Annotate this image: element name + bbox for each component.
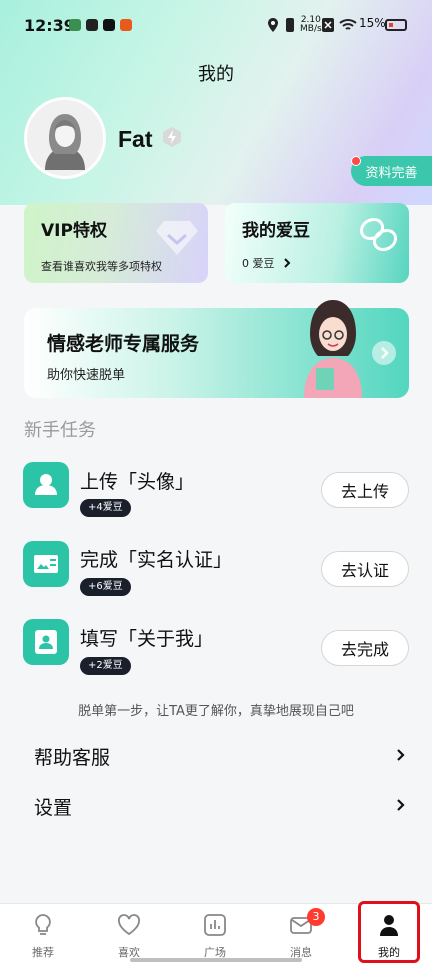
counselor-illustration — [304, 300, 362, 398]
task-button-label: 去认证 — [340, 561, 389, 580]
id-card-icon — [23, 541, 69, 587]
avatar-placeholder-icon — [27, 100, 103, 176]
net-speed-unit: MB/s — [300, 24, 322, 34]
task-title: 完成「实名认证」 — [80, 549, 233, 571]
fill-about-me-button[interactable]: 去完成 — [321, 630, 409, 666]
vip-card[interactable]: VIP特权 查看谁喜欢我等多项特权 — [24, 203, 208, 283]
task-reward-badge: +4爱豆 — [80, 499, 131, 517]
bulb-icon — [35, 914, 51, 935]
chevron-right-icon — [397, 799, 405, 811]
section-title: 新手任务 — [24, 420, 96, 441]
beans-icon — [359, 217, 398, 252]
nav-item-square[interactable]: 广场 — [172, 904, 258, 965]
beans-count: 0 爱豆 — [242, 257, 275, 270]
task-title: 上传「头像」 — [80, 471, 195, 493]
status-bar: 12:39 2.10 MB/s 15% — [0, 0, 432, 50]
nickname: Fat — [118, 126, 153, 152]
task-title: 填写「关于我」 — [80, 628, 214, 650]
banner-arrow-button[interactable] — [372, 341, 396, 365]
nav-label: 推荐 — [32, 946, 54, 959]
wifi-icon — [339, 19, 357, 30]
vip-subtitle: 查看谁喜欢我等多项特权 — [41, 260, 162, 273]
counselor-banner[interactable]: 情感老师专属服务 助你快速脱单 — [24, 300, 409, 398]
data-off-icon — [322, 18, 334, 32]
verify-badge-icon[interactable] — [160, 125, 184, 149]
menu-item-help[interactable]: 帮助客服 — [0, 731, 432, 781]
battery-icon — [385, 19, 407, 31]
app-badge-notification-icon — [120, 19, 132, 31]
banner-subtitle: 助你快速脱单 — [47, 368, 126, 383]
menu-item-settings[interactable]: 设置 — [0, 781, 432, 831]
beans-title: 我的爱豆 — [242, 221, 310, 241]
task-reward-badge: +2爱豆 — [80, 657, 131, 675]
tiktok-notification-icon — [103, 19, 115, 31]
nav-item-messages[interactable]: 消息 — [258, 904, 344, 965]
diamond-icon — [156, 221, 198, 255]
profile-card-icon — [23, 619, 69, 665]
chevron-right-icon — [381, 347, 389, 359]
chevron-right-icon — [397, 749, 405, 761]
avatar[interactable] — [24, 97, 106, 179]
vibrate-icon — [286, 18, 294, 32]
nav-item-recommend[interactable]: 推荐 — [0, 904, 86, 965]
play-notification-icon — [86, 19, 98, 31]
chart-icon — [204, 914, 226, 936]
profile-complete-button[interactable]: 资料完善 — [351, 156, 432, 186]
page-title: 我的 — [198, 64, 234, 85]
location-icon — [268, 18, 278, 32]
verify-identity-button[interactable]: 去认证 — [321, 551, 409, 587]
task-reward-badge: +6爱豆 — [80, 578, 131, 596]
red-dot-indicator — [351, 156, 361, 166]
user-icon — [23, 462, 69, 508]
menu-label: 帮助客服 — [34, 747, 111, 769]
task-hint: 脱单第一步，让TA更了解你，真挚地展现自己吧 — [78, 704, 354, 719]
beans-card[interactable]: 我的爱豆 0 爱豆 — [225, 203, 409, 283]
banner-title: 情感老师专属服务 — [47, 333, 200, 355]
task-button-label: 去上传 — [340, 482, 389, 501]
selection-highlight — [358, 901, 420, 963]
home-indicator[interactable] — [130, 958, 302, 962]
menu-label: 设置 — [34, 797, 73, 819]
upload-avatar-button[interactable]: 去上传 — [321, 472, 409, 508]
task-button-label: 去完成 — [340, 640, 389, 659]
message-count-badge: 3 — [307, 908, 325, 926]
battery-percent: 15% — [359, 16, 386, 30]
vip-title: VIP特权 — [41, 221, 107, 241]
app-notification-icon — [69, 19, 81, 31]
status-time: 12:39 — [24, 16, 75, 35]
profile-complete-label: 资料完善 — [365, 165, 418, 181]
chevron-right-icon — [284, 258, 291, 268]
nav-item-likes[interactable]: 喜欢 — [86, 904, 172, 965]
heart-icon — [118, 914, 140, 936]
